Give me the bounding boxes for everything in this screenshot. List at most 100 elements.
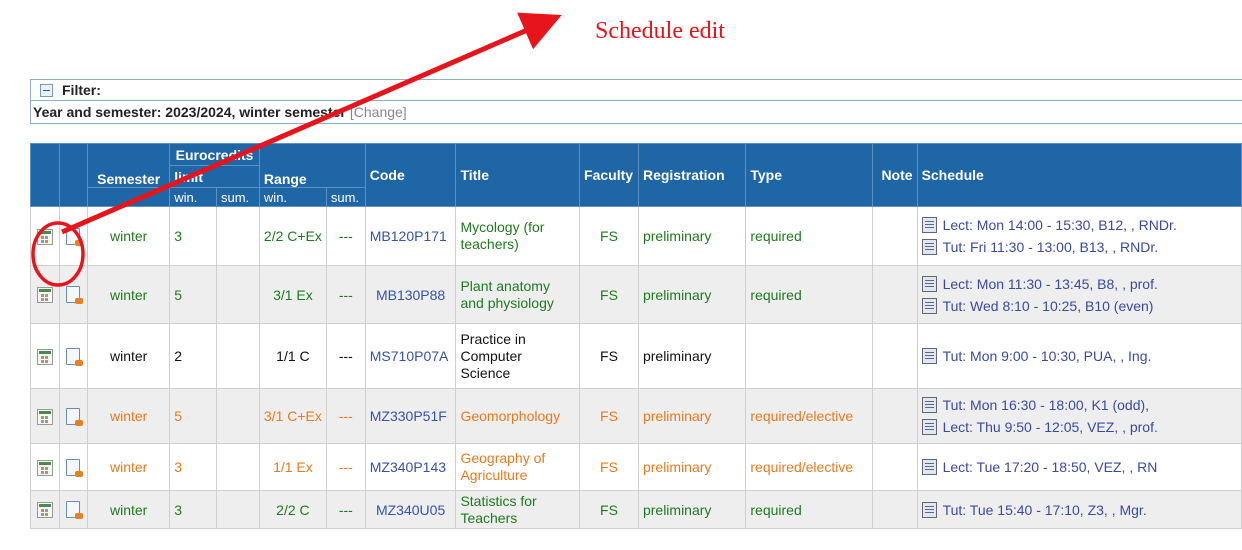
cell-limit-sum [216, 388, 260, 444]
schedule-icon[interactable] [921, 501, 937, 518]
course-title-link[interactable]: Geography of Agriculture [455, 443, 581, 491]
schedule-icon[interactable] [921, 217, 937, 233]
cell-semester: winter [87, 323, 171, 389]
th-registration[interactable]: Registration [637, 143, 747, 207]
schedule-entry[interactable]: Tut: Fri 11:30 - 13:00, B13, , RNDr. [943, 239, 1159, 255]
course-code-link[interactable]: MB120P171 [364, 206, 457, 266]
th-range-win: win. [258, 187, 327, 207]
schedule-entry[interactable]: Tut: Mon 16:30 - 18:00, K1 (odd), [943, 397, 1150, 413]
cell-registration: preliminary [637, 490, 747, 529]
course-title-link[interactable]: Mycology (for teachers) [455, 206, 581, 266]
cell-limit: 3 [169, 443, 217, 491]
cell-semester: winter [87, 265, 171, 324]
cell-faculty: FS [579, 388, 639, 444]
cell-faculty: FS [579, 490, 639, 529]
schedule-edit-icon[interactable] [36, 348, 53, 365]
cell-note [871, 265, 918, 324]
cell-range-sum: --- [325, 388, 366, 444]
cell-schedule: Lect: Mon 11:30 - 13:45, B8, , prof. Tut… [916, 265, 1242, 324]
schedule-entry[interactable]: Lect: Tue 17:20 - 18:50, VEZ, , RN [943, 459, 1158, 475]
document-icon[interactable] [66, 227, 84, 246]
cell-note [871, 388, 918, 444]
cell-faculty: FS [579, 265, 639, 324]
cell-faculty: FS [579, 206, 639, 266]
schedule-edit-icon[interactable] [36, 287, 53, 304]
change-link[interactable]: [Change] [350, 104, 407, 120]
cell-range-win: 1/1 C [258, 323, 327, 389]
filter-panel: Filter: Year and semester: 2023/2024, wi… [30, 79, 1242, 124]
schedule-entry[interactable]: Tut: Tue 15:40 - 17:10, Z3, , Mgr. [943, 502, 1147, 518]
document-icon[interactable] [66, 407, 84, 426]
th-code[interactable]: Code [364, 143, 457, 207]
cell-semester: winter [87, 388, 171, 444]
schedule-entry[interactable]: Lect: Mon 14:00 - 15:30, B12, , RNDr. [943, 217, 1177, 233]
schedule-icon[interactable] [921, 419, 937, 435]
schedule-edit-icon[interactable] [36, 228, 53, 245]
cell-schedule: Tut: Tue 15:40 - 17:10, Z3, , Mgr. [916, 490, 1242, 529]
document-icon[interactable] [66, 347, 84, 366]
annotation-label: Schedule edit [595, 18, 725, 44]
cell-semester: winter [87, 443, 171, 491]
course-code-link[interactable]: MS710P07A [364, 323, 457, 389]
collapse-icon[interactable] [40, 83, 53, 97]
schedule-icon[interactable] [921, 297, 937, 314]
document-icon[interactable] [66, 286, 84, 305]
schedule-icon[interactable] [921, 459, 937, 475]
cell-limit: 2 [169, 323, 217, 389]
table-row: winter 2 1/1 C --- MS710P07A Practice in… [30, 323, 1242, 389]
schedule-icon[interactable] [921, 239, 937, 255]
document-icon[interactable] [66, 458, 84, 477]
schedule-edit-icon[interactable] [36, 502, 53, 519]
th-eurocredits: Eurocredits [169, 143, 260, 166]
th-edit [30, 143, 60, 207]
cell-registration: preliminary [637, 443, 747, 491]
cell-schedule: Tut: Mon 16:30 - 18:00, K1 (odd), Lect: … [916, 388, 1242, 444]
cell-range-win: 2/2 C [258, 490, 327, 529]
course-title-link[interactable]: Plant anatomy and physiology [455, 265, 581, 324]
cell-range-win: 3/1 Ex [258, 265, 327, 324]
course-title-link[interactable]: Practice in Computer Science [455, 323, 581, 389]
cell-schedule: Lect: Tue 17:20 - 18:50, VEZ, , RN [916, 443, 1242, 491]
document-icon[interactable] [66, 501, 84, 520]
cell-schedule: Lect: Mon 14:00 - 15:30, B12, , RNDr. Tu… [916, 206, 1242, 266]
cell-registration: preliminary [637, 388, 747, 444]
schedule-icon[interactable] [921, 348, 937, 364]
cell-limit: 5 [169, 265, 217, 324]
cell-limit-sum [216, 206, 260, 266]
cell-type: required [745, 490, 873, 529]
course-code-link[interactable]: MZ340P143 [364, 443, 457, 491]
cell-semester: winter [87, 490, 171, 529]
th-type[interactable]: Type [745, 143, 873, 207]
schedule-icon[interactable] [921, 397, 937, 413]
th-limit-sum: sum. [216, 187, 260, 207]
schedule-icon[interactable] [921, 275, 937, 292]
course-title-link[interactable]: Geomorphology [455, 388, 581, 444]
cell-range-win: 1/1 Ex [258, 443, 327, 491]
course-code-link[interactable]: MZ330P51F [364, 388, 457, 444]
course-code-link[interactable]: MZ340U05 [364, 490, 457, 529]
th-title[interactable]: Title [455, 143, 581, 207]
course-table: Semester Eurocredits Range Code Title Fa… [30, 143, 1242, 529]
th-faculty[interactable]: Faculty [579, 143, 639, 207]
table-row: winter 3 1/1 Ex --- MZ340P143 Geography … [30, 443, 1242, 491]
schedule-edit-icon[interactable] [36, 408, 53, 425]
cell-semester: winter [87, 206, 171, 266]
cell-range-sum: --- [325, 206, 366, 266]
cell-type [745, 323, 873, 389]
cell-note [871, 206, 918, 266]
table-row: winter 5 3/1 Ex --- MB130P88 Plant anato… [30, 265, 1242, 324]
cell-note [871, 323, 918, 389]
course-code-link[interactable]: MB130P88 [364, 265, 457, 324]
filter-header[interactable]: Filter: [30, 79, 1242, 101]
schedule-entry[interactable]: Tut: Mon 9:00 - 10:30, PUA, , Ing. [943, 348, 1152, 364]
cell-limit-sum [216, 323, 260, 389]
th-semester[interactable]: Semester [87, 143, 171, 188]
schedule-entry[interactable]: Lect: Mon 11:30 - 13:45, B8, , prof. [943, 276, 1158, 292]
schedule-entry[interactable]: Lect: Thu 9:50 - 12:05, VEZ, , prof. [943, 419, 1158, 435]
th-range: Range [258, 143, 366, 188]
schedule-edit-icon[interactable] [36, 459, 53, 476]
schedule-entry[interactable]: Tut: Wed 8:10 - 10:25, B10 (even) [943, 298, 1154, 314]
cell-limit: 3 [169, 206, 217, 266]
th-range-sum: sum. [325, 187, 366, 207]
course-title-link[interactable]: Statistics for Teachers [455, 490, 581, 529]
